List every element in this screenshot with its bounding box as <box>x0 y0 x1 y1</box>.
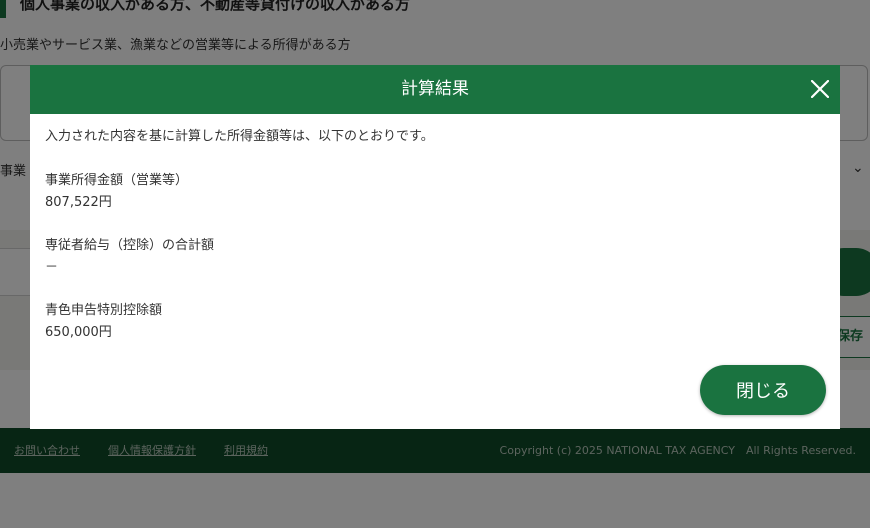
dialog-title: 計算結果 <box>401 79 469 99</box>
result-label: 青色申告特別控除額 <box>45 303 163 318</box>
result-label: 専従者給与（控除）の合計額 <box>45 238 215 253</box>
intro-text: 入力された内容を基に計算した所得金額等は、以下のとおりです。 <box>45 129 434 144</box>
close-button[interactable] <box>808 77 832 101</box>
dialog-header: 計算結果 <box>30 65 840 114</box>
result-label: 事業所得金額（営業等） <box>45 173 189 188</box>
calculation-result-dialog: 計算結果 入力された内容を基に計算した所得金額等は、以下のとおりです。 事業所得… <box>30 65 840 429</box>
result-item-family-salary: 専従者給与（控除）の合計額 － <box>45 236 214 278</box>
close-dialog-button[interactable]: 閉じる <box>700 365 826 415</box>
dialog-body: 入力された内容を基に計算した所得金額等は、以下のとおりです。 事業所得金額（営業… <box>45 127 825 340</box>
result-value: 650,000円 <box>45 325 112 340</box>
result-value: － <box>45 260 59 275</box>
result-item-blue-return-deduction: 青色申告特別控除額 650,000円 <box>45 301 162 343</box>
result-value: 807,522円 <box>45 195 112 210</box>
result-item-business-income: 事業所得金額（営業等） 807,522円 <box>45 171 188 213</box>
close-icon <box>811 80 829 98</box>
